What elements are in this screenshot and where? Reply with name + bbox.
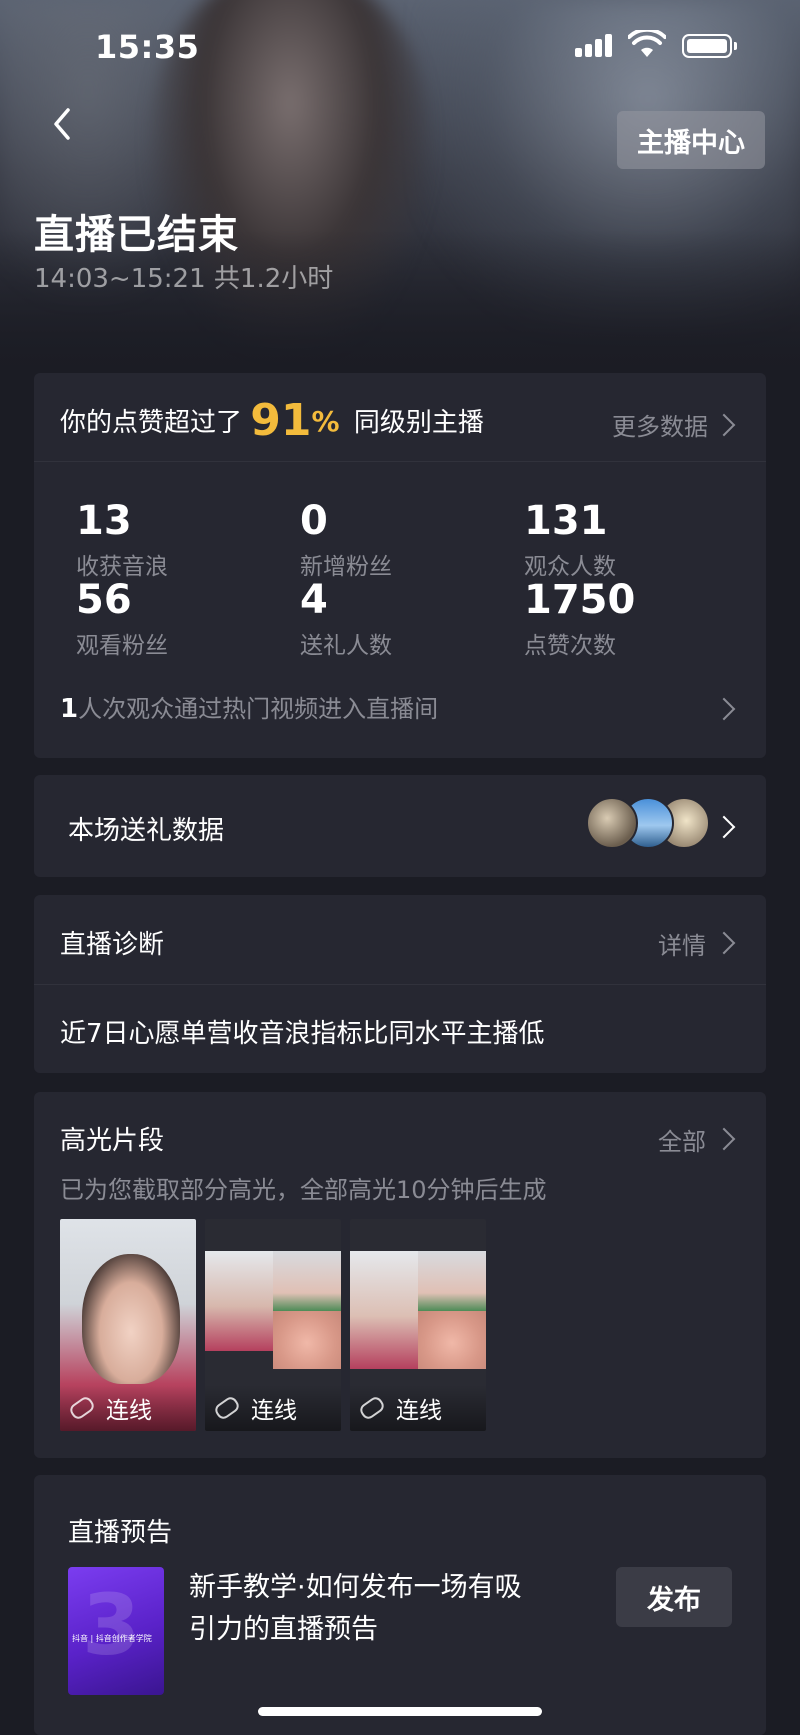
cover-caption: 抖音 | 抖音创作者学院 — [72, 1634, 152, 1643]
signal-icon — [575, 34, 615, 57]
preview-cover-image[interactable]: 3 抖音 | 抖音创作者学院 — [68, 1567, 164, 1695]
battery-icon — [682, 34, 737, 58]
link-icon — [357, 1394, 387, 1422]
chevron-right-icon[interactable] — [712, 1127, 736, 1151]
link-icon — [212, 1394, 242, 1422]
chevron-right-icon[interactable] — [712, 697, 736, 721]
page-title: 直播已结束 — [34, 212, 239, 258]
gifter-avatars — [586, 797, 710, 849]
highlights-desc: 已为您截取部分高光，全部高光10分钟后生成 — [60, 1176, 547, 1204]
highlights-title: 高光片段 — [60, 1126, 165, 1156]
diagnosis-detail-link[interactable]: 详情 — [658, 926, 706, 961]
live-preview-title: 直播预告 — [68, 1518, 173, 1548]
live-preview-card: 直播预告 3 抖音 | 抖音创作者学院 新手教学·如何发布一场有吸 引力的直播预… — [34, 1475, 766, 1735]
back-arrow-icon[interactable] — [44, 104, 84, 144]
highlight-clips: 连线 连线 连线 — [60, 1219, 500, 1431]
highlight-clip[interactable]: 连线 — [60, 1219, 196, 1431]
summary-card: 你的点赞超过了 91% 同级别主播 更多数据 13 收获音浪 0 新增粉丝 131 观… — [34, 373, 766, 758]
home-indicator[interactable] — [258, 1707, 542, 1716]
highlight-clip[interactable]: 连线 — [205, 1219, 341, 1431]
stat-gifters: 4 送礼人数 — [300, 577, 392, 659]
chevron-right-icon[interactable] — [712, 413, 736, 437]
link-icon — [67, 1394, 97, 1422]
hot-video-entry[interactable]: 1人次观众通过热门视频进入直播间 — [60, 689, 438, 724]
gift-data-row[interactable]: 本场送礼数据 — [34, 775, 766, 877]
highlight-clip[interactable]: 连线 — [350, 1219, 486, 1431]
chevron-right-icon[interactable] — [712, 931, 736, 955]
likes-rank-text: 你的点赞超过了 91% 同级别主播 — [60, 395, 484, 446]
stat-sound-waves: 13 收获音浪 — [76, 498, 168, 580]
preview-description: 新手教学·如何发布一场有吸 引力的直播预告 — [189, 1572, 522, 1645]
stat-fan-viewers: 56 观看粉丝 — [76, 577, 168, 659]
status-bar: 15:35 — [0, 0, 800, 90]
diagnosis-message: 近7日心愿单营收音浪指标比同水平主播低 — [60, 1019, 545, 1049]
highlights-all-link[interactable]: 全部 — [658, 1122, 706, 1157]
diagnosis-card: 直播诊断 详情 近7日心愿单营收音浪指标比同水平主播低 — [34, 895, 766, 1073]
chevron-right-icon[interactable] — [712, 815, 736, 839]
more-data-link[interactable]: 更多数据 — [612, 407, 708, 442]
stat-viewers: 131 观众人数 — [524, 498, 616, 580]
diagnosis-title: 直播诊断 — [60, 930, 165, 960]
status-time: 15:35 — [95, 28, 200, 66]
wifi-icon — [628, 30, 666, 57]
publish-button[interactable]: 发布 — [616, 1567, 732, 1627]
likes-percent: 91 — [250, 395, 312, 446]
highlights-card: 高光片段 全部 已为您截取部分高光，全部高光10分钟后生成 连线 连线 连线 — [34, 1092, 766, 1458]
live-duration: 14:03~15:21 共1.2小时 — [34, 264, 334, 294]
avatar — [586, 797, 638, 849]
anchor-center-button[interactable]: 主播中心 — [617, 111, 765, 169]
gift-data-label: 本场送礼数据 — [68, 816, 225, 846]
stat-likes: 1750 点赞次数 — [524, 577, 636, 659]
stat-new-fans: 0 新增粉丝 — [300, 498, 392, 580]
